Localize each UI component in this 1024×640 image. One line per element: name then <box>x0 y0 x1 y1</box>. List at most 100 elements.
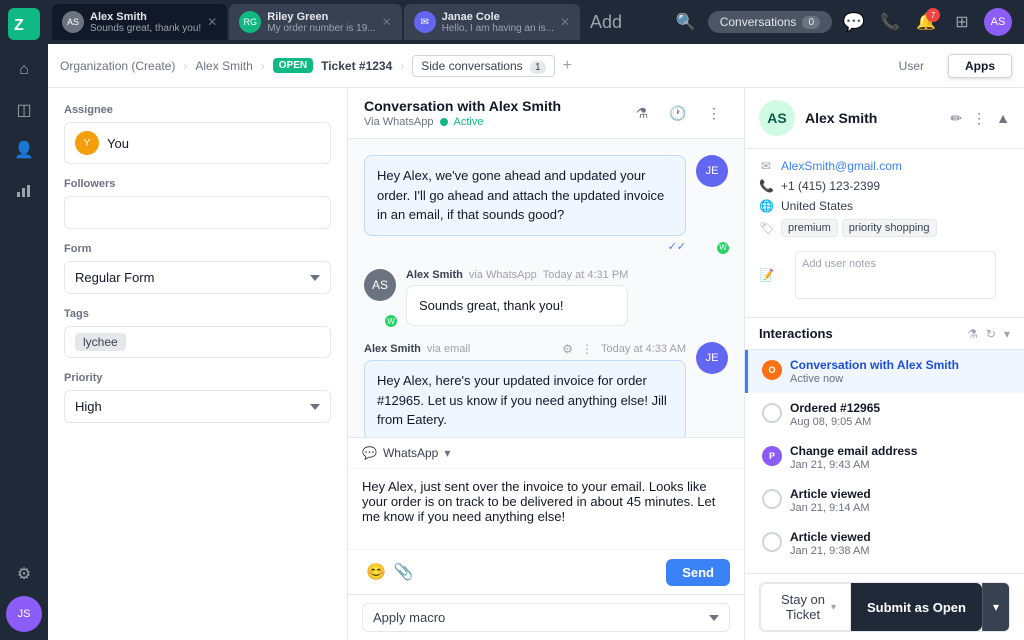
tab-avatar-alex: AS <box>62 11 84 33</box>
agent-avatar: JE <box>696 155 728 187</box>
interaction-item-3[interactable]: Article viewed Jan 21, 9:14 AM <box>745 479 1024 522</box>
interaction-dot-2: P <box>762 446 782 466</box>
tags-container[interactable]: lychee <box>64 326 331 358</box>
tab-close-janae[interactable]: ✕ <box>560 15 570 29</box>
interaction-item-1[interactable]: Ordered #12965 Aug 08, 9:05 AM <box>745 393 1024 436</box>
attach-button[interactable]: 📎 <box>390 558 418 586</box>
chat-icon[interactable]: 💬 <box>840 8 868 36</box>
agent-message-text: Hey Alex, we've gone ahead and updated y… <box>364 155 686 236</box>
sidebar-item-home[interactable]: ⌂ <box>6 52 42 88</box>
user-info-header: AS Alex Smith ✏ ⋮ ▲ <box>745 88 1024 149</box>
tab-riley-green[interactable]: RG Riley Green My order number is 19... … <box>229 4 401 40</box>
priority-select[interactable]: High <box>64 390 331 423</box>
tab-apps-button[interactable]: Apps <box>948 54 1012 78</box>
add-tab-button[interactable]: Add <box>582 12 630 33</box>
filter-icon[interactable]: ⚗ <box>628 99 656 127</box>
tabbar-right: 🔍 Conversations 0 💬 📞 🔔 7 ⊞ AS <box>672 8 1020 36</box>
agent-message-text-2: Hey Alex, here's your updated invoice fo… <box>364 360 686 437</box>
user-phone: +1 (415) 123-2399 <box>781 179 880 193</box>
sidebar-item-views[interactable]: ◫ <box>6 92 42 128</box>
side-conversations-count: 1 <box>530 61 546 74</box>
edit-user-icon[interactable]: ✏ <box>950 110 962 127</box>
message-row-agent-2: JE @ Alex Smith via email ⚙ ⋮ Today at 4… <box>364 342 728 437</box>
breadcrumb-side-conversations[interactable]: Side conversations 1 <box>412 55 554 77</box>
assignee-selector[interactable]: Y You <box>64 122 331 164</box>
conversations-button[interactable]: Conversations 0 <box>708 11 832 33</box>
apps-grid-icon[interactable]: ⊞ <box>948 8 976 36</box>
notifications-button[interactable]: 🔔 7 <box>912 8 940 36</box>
priority-label: Priority <box>64 372 331 384</box>
search-button[interactable]: 🔍 <box>672 8 700 36</box>
interaction-item-5[interactable]: $ Receipt for order #2232534 <box>745 565 1024 573</box>
breadcrumb-user[interactable]: Alex Smith <box>195 59 252 73</box>
compose-channel-selector[interactable]: 💬 WhatsApp ▾ <box>348 438 744 469</box>
stay-chevron-icon: ▾ <box>831 602 836 613</box>
tab-sub-janae: Hello, I am having an is... <box>442 23 554 34</box>
breadcrumb-ticket: Ticket #1234 <box>321 59 392 73</box>
user-phone-row: 📞 +1 (415) 123-2399 <box>759 179 1010 193</box>
app-logo[interactable]: Z <box>8 8 40 40</box>
breadcrumb-org[interactable]: Organization (Create) <box>60 59 175 73</box>
interaction-dot-4 <box>762 532 782 552</box>
user-email[interactable]: AlexSmith@gmail.com <box>781 159 902 173</box>
tab-alex-smith[interactable]: AS Alex Smith Sounds great, thank you! ✕ <box>52 4 227 40</box>
user-tags-row: 🏷 premium priority shopping <box>759 219 1010 237</box>
sidebar-item-contacts[interactable]: 👤 <box>6 132 42 168</box>
tag-priority-shopping: priority shopping <box>842 219 937 237</box>
compose-area: 💬 WhatsApp ▾ Hey Alex, just sent over th… <box>348 437 744 594</box>
send-button[interactable]: Send <box>666 559 730 586</box>
compose-footer: 😊 📎 Send <box>348 549 744 594</box>
user-collapse-icon[interactable]: ▲ <box>996 110 1010 126</box>
interactions-collapse-icon[interactable]: ▾ <box>1004 327 1010 341</box>
interaction-title-4: Article viewed <box>790 530 1010 544</box>
right-panel: AS Alex Smith ✏ ⋮ ▲ ✉ AlexSmith@gmail.co… <box>744 88 1024 640</box>
message-more-icon[interactable]: ⋮ <box>581 342 593 356</box>
message-settings-icon[interactable]: ⚙ <box>562 342 573 356</box>
submit-chevron-button[interactable]: ▾ <box>982 583 1009 631</box>
user-avatar-top[interactable]: AS <box>984 8 1012 36</box>
user-avatar: AS <box>759 100 795 136</box>
stay-on-ticket-button[interactable]: Stay on Ticket ▾ <box>760 583 851 631</box>
more-options-icon[interactable]: ⋮ <box>700 99 728 127</box>
tab-close-alex[interactable]: ✕ <box>207 15 217 29</box>
tab-user-button[interactable]: User <box>883 54 940 78</box>
history-icon[interactable]: 🕐 <box>664 99 692 127</box>
interaction-title-2: Change email address <box>790 444 1010 458</box>
followers-input[interactable] <box>64 196 331 229</box>
tab-janae-cole[interactable]: ✉ Janae Cole Hello, I am having an is...… <box>404 4 580 40</box>
user-notes[interactable]: Add user notes <box>795 251 996 299</box>
submit-as-open-button[interactable]: Submit as Open <box>851 583 982 631</box>
stay-submit-group: Stay on Ticket ▾ Submit as Open ▾ <box>759 582 1010 632</box>
sidebar-item-settings[interactable]: ⚙ <box>6 556 42 592</box>
interactions-filter-icon[interactable]: ⚗ <box>967 327 978 341</box>
agent-bubble-2: Alex Smith via email ⚙ ⋮ Today at 4:33 A… <box>364 342 686 437</box>
interaction-item-2[interactable]: P Change email address Jan 21, 9:43 AM <box>745 436 1024 479</box>
add-side-conversation[interactable]: + <box>563 57 572 75</box>
message-row-customer-1: AS W Alex Smith via WhatsApp Today at 4:… <box>364 269 728 327</box>
conversation-actions: ⚗ 🕐 ⋮ <box>628 99 728 127</box>
left-panel: Assignee Y You Followers Form Regular Fo… <box>48 88 348 640</box>
form-select[interactable]: Regular Form <box>64 261 331 294</box>
message-row-agent: JE W Hey Alex, we've gone ahead and upda… <box>364 155 728 253</box>
macro-select[interactable]: Apply macro <box>362 603 730 632</box>
interaction-sub-4: Jan 21, 9:38 AM <box>790 545 1010 557</box>
sidebar-item-reports[interactable] <box>6 172 42 208</box>
interactions-refresh-icon[interactable]: ↻ <box>986 327 996 341</box>
emoji-button[interactable]: 😊 <box>362 558 390 586</box>
tag-chip-lychee: lychee <box>75 333 126 351</box>
conversations-badge: 0 <box>802 16 820 29</box>
interaction-dot-0: O <box>762 360 782 380</box>
interaction-sub-1: Aug 08, 9:05 AM <box>790 416 1010 428</box>
tab-close-riley[interactable]: ✕ <box>382 15 392 29</box>
user-more-icon[interactable]: ⋮ <box>972 110 986 127</box>
interaction-item-0[interactable]: O Conversation with Alex Smith Active no… <box>745 350 1024 393</box>
agent-name-2: Alex Smith <box>364 343 421 355</box>
interaction-item-4[interactable]: Article viewed Jan 21, 9:38 AM <box>745 522 1024 565</box>
phone-icon[interactable]: 📞 <box>876 8 904 36</box>
customer-message-text-1: Sounds great, thank you! <box>406 285 628 327</box>
tab-name-riley: Riley Green <box>267 11 375 23</box>
compose-text-area[interactable]: Hey Alex, just sent over the invoice to … <box>348 469 744 549</box>
sidebar-user-avatar[interactable]: JS <box>6 596 42 632</box>
interactions-title: Interactions <box>759 326 833 341</box>
tab-avatar-janae: ✉ <box>414 11 436 33</box>
